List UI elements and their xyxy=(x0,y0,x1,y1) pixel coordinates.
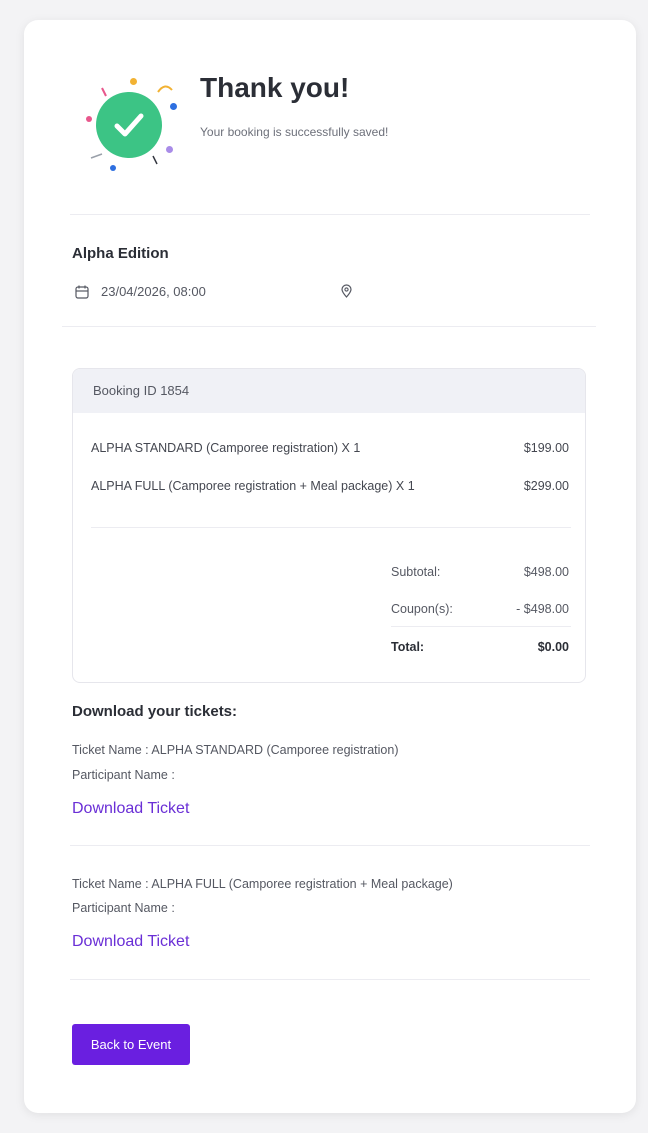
coupon-label: Coupon(s): xyxy=(391,602,453,616)
event-datetime: 23/04/2026, 08:00 xyxy=(101,284,206,299)
event-date-row: 23/04/2026, 08:00 xyxy=(75,284,206,299)
divider xyxy=(62,326,596,327)
confetti-stroke xyxy=(90,153,103,159)
calendar-icon xyxy=(75,285,89,299)
download-ticket-link[interactable]: Download Ticket xyxy=(72,800,189,818)
total-value: $0.00 xyxy=(537,640,569,654)
download-ticket-link[interactable]: Download Ticket xyxy=(72,933,189,951)
divider xyxy=(70,845,590,846)
line-item: ALPHA FULL (Camporee registration + Meal… xyxy=(91,479,569,493)
ticket-name: Ticket Name : ALPHA STANDARD (Camporee r… xyxy=(72,743,399,757)
divider xyxy=(91,527,571,528)
success-badge xyxy=(96,92,162,158)
downloads-heading: Download your tickets: xyxy=(72,703,238,720)
page-title: Thank you! xyxy=(200,72,350,103)
back-to-event-button[interactable]: Back to Event xyxy=(72,1024,190,1065)
confetti-dot xyxy=(170,103,177,110)
total-row: Total: $0.00 xyxy=(391,640,569,654)
line-item: ALPHA STANDARD (Camporee registration) X… xyxy=(91,441,569,455)
line-item-price: $299.00 xyxy=(523,479,569,493)
confetti-stroke xyxy=(152,155,158,165)
subtotal-row: Subtotal: $498.00 xyxy=(391,565,569,579)
confetti-dot xyxy=(110,165,116,171)
participant-name: Participant Name : xyxy=(72,768,175,782)
line-item-name: ALPHA FULL (Camporee registration + Meal… xyxy=(91,479,415,493)
subtotal-value: $498.00 xyxy=(523,565,569,579)
confetti-dot xyxy=(166,146,173,153)
divider xyxy=(391,626,571,627)
subtotal-label: Subtotal: xyxy=(391,565,441,579)
coupon-row: Coupon(s): - $498.00 xyxy=(391,602,569,616)
confetti-dot xyxy=(86,116,92,122)
checkmark-icon xyxy=(114,113,144,137)
event-name: Alpha Edition xyxy=(72,245,169,262)
success-illustration xyxy=(78,72,182,176)
coupon-value: - $498.00 xyxy=(516,602,569,616)
total-label: Total: xyxy=(391,640,425,654)
divider xyxy=(70,979,590,980)
divider xyxy=(70,214,590,215)
confetti-arc xyxy=(157,85,173,93)
booking-summary: Booking ID 1854 ALPHA STANDARD (Camporee… xyxy=(72,368,586,683)
line-item-price: $199.00 xyxy=(523,441,569,455)
confetti-stroke xyxy=(101,87,107,97)
participant-name: Participant Name : xyxy=(72,901,175,915)
line-item-name: ALPHA STANDARD (Camporee registration) X… xyxy=(91,441,361,455)
page-subtitle: Your booking is successfully saved! xyxy=(200,125,389,139)
confetti-dot xyxy=(130,78,137,85)
map-pin-icon xyxy=(341,284,352,298)
ticket-name: Ticket Name : ALPHA FULL (Camporee regis… xyxy=(72,877,453,891)
booking-id: Booking ID 1854 xyxy=(73,369,585,413)
